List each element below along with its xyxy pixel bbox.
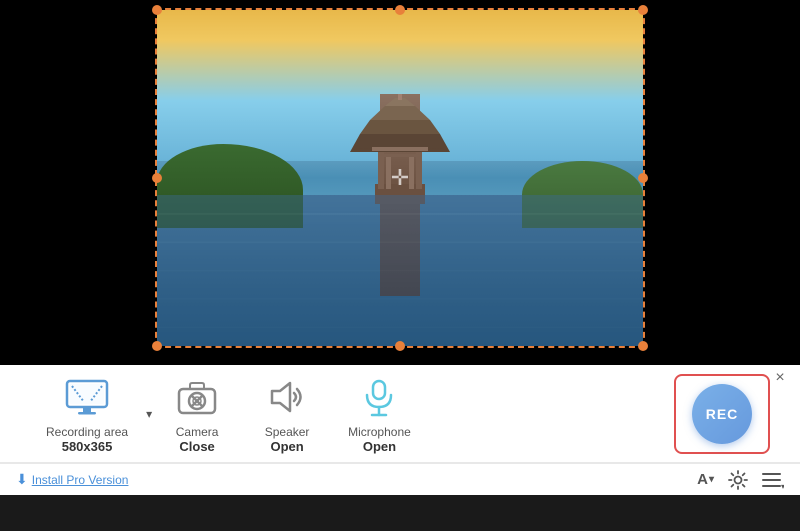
menu-button[interactable]: ▾: [762, 471, 784, 489]
speaker-icon: [263, 373, 311, 421]
gear-icon: [728, 470, 748, 490]
microphone-value: Open: [363, 439, 396, 454]
toolbar-bottom: ⬇ Install Pro Version A▾: [0, 463, 800, 495]
recording-area-label: Recording area: [46, 425, 128, 439]
canvas-area: ✛: [0, 0, 800, 365]
microphone-tool[interactable]: Microphone Open: [332, 365, 427, 462]
handle-top-left[interactable]: [152, 5, 162, 15]
capture-image: [157, 10, 643, 346]
download-icon: ⬇: [16, 471, 28, 488]
text-icon-button[interactable]: A▾: [697, 471, 714, 488]
camera-tool[interactable]: Camera Close: [152, 365, 242, 462]
recording-area-tool[interactable]: Recording area 580x365: [30, 365, 144, 462]
microphone-icon: [355, 373, 403, 421]
rec-button[interactable]: REC: [692, 384, 752, 444]
handle-bottom-center[interactable]: [395, 341, 405, 351]
camera-icon: [173, 373, 221, 421]
handle-middle-left[interactable]: [152, 173, 162, 183]
toolbar-main: Recording area 580x365 ▾: [0, 365, 800, 463]
bottom-icons: A▾ ▾: [697, 470, 784, 490]
recording-area-group: Recording area 580x365 ▾: [30, 365, 152, 462]
rec-button-container: REC: [674, 374, 770, 454]
toolbar: Recording area 580x365 ▾: [0, 365, 800, 495]
recording-area-value: 580x365: [62, 439, 113, 454]
microphone-label: Microphone: [348, 425, 411, 439]
handle-bottom-left[interactable]: [152, 341, 162, 351]
speaker-label: Speaker: [265, 425, 310, 439]
capture-region[interactable]: ✛: [155, 8, 645, 348]
install-pro-link[interactable]: Install Pro Version: [32, 473, 129, 487]
camera-value: Close: [179, 439, 214, 454]
recording-area-icon: [63, 373, 111, 421]
speaker-value: Open: [270, 439, 303, 454]
menu-icon: ▾: [762, 471, 784, 489]
handle-middle-right[interactable]: [638, 173, 648, 183]
settings-button[interactable]: [728, 470, 748, 490]
speaker-tool[interactable]: Speaker Open: [242, 365, 332, 462]
camera-label: Camera: [176, 425, 219, 439]
handle-top-right[interactable]: [638, 5, 648, 15]
close-button[interactable]: ×: [770, 368, 790, 388]
handle-top-center[interactable]: [395, 5, 405, 15]
svg-text:▾: ▾: [781, 482, 784, 489]
water-reflection: [157, 195, 643, 346]
handle-bottom-right[interactable]: [638, 341, 648, 351]
